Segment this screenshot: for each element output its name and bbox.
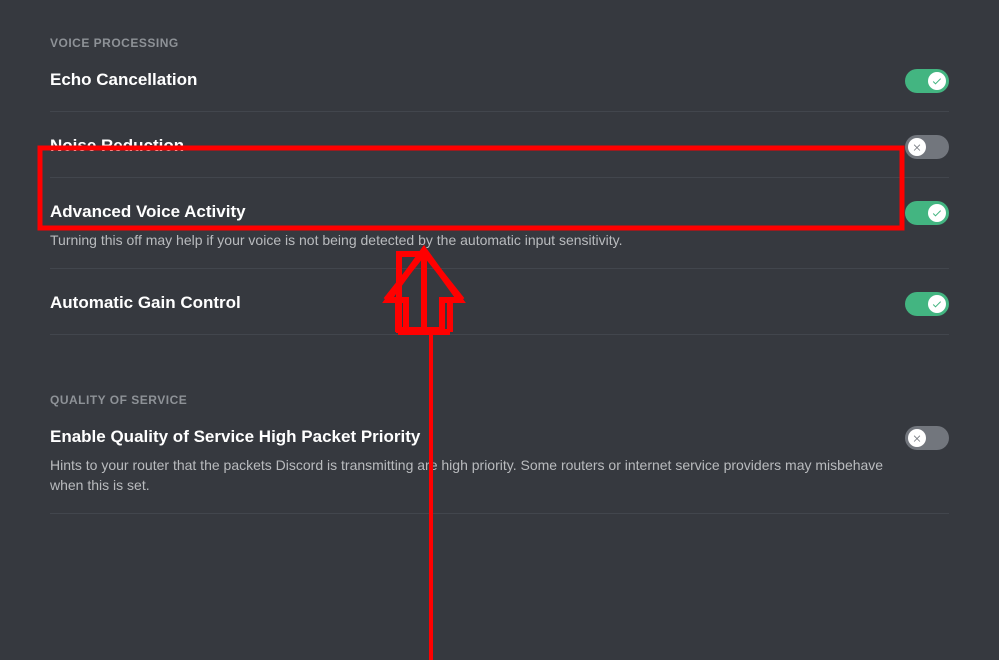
automatic-gain-control-title: Automatic Gain Control [50,291,885,315]
echo-cancellation-row: Echo Cancellation [50,68,949,111]
qos-hpp-desc: Hints to your router that the packets Di… [50,455,885,495]
automatic-gain-control-row: Automatic Gain Control [50,291,949,334]
advanced-voice-activity-title: Advanced Voice Activity [50,200,885,224]
settings-panel: VOICE PROCESSING Echo Cancellation Noise… [0,0,999,514]
x-icon [908,138,926,156]
echo-cancellation-toggle[interactable] [905,69,949,93]
qos-hpp-row: Enable Quality of Service High Packet Pr… [50,425,949,513]
divider [50,334,949,335]
check-icon [928,295,946,313]
qos-header: QUALITY OF SERVICE [50,393,949,407]
advanced-voice-activity-toggle[interactable] [905,201,949,225]
check-icon [928,204,946,222]
noise-reduction-row: Noise Reduction [50,134,949,177]
qos-hpp-toggle[interactable] [905,426,949,450]
divider [50,177,949,178]
advanced-voice-activity-desc: Turning this off may help if your voice … [50,230,885,250]
noise-reduction-toggle[interactable] [905,135,949,159]
automatic-gain-control-toggle[interactable] [905,292,949,316]
voice-processing-header: VOICE PROCESSING [50,36,949,50]
advanced-voice-activity-row: Advanced Voice Activity Turning this off… [50,200,949,268]
check-icon [928,72,946,90]
divider [50,513,949,514]
x-icon [908,429,926,447]
qos-hpp-title: Enable Quality of Service High Packet Pr… [50,425,885,449]
divider [50,111,949,112]
echo-cancellation-title: Echo Cancellation [50,68,885,92]
divider [50,268,949,269]
noise-reduction-title: Noise Reduction [50,134,885,158]
